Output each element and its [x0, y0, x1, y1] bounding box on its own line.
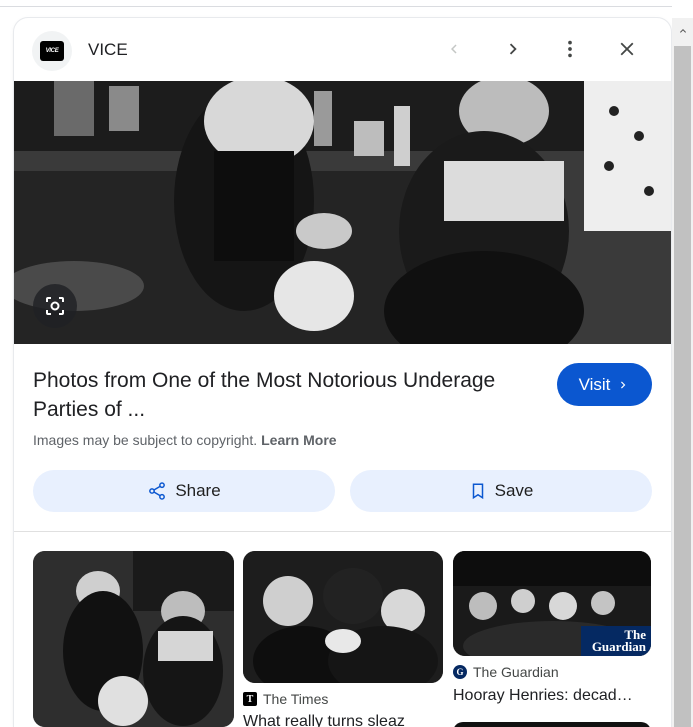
times-logo-icon: T	[243, 692, 257, 706]
source-name: The Times	[263, 691, 329, 707]
more-vert-icon	[568, 40, 572, 58]
share-button[interactable]: Share	[33, 470, 335, 512]
related-image-4-peek[interactable]	[453, 722, 651, 727]
chevron-left-icon	[451, 44, 457, 54]
guardian-logo-icon: G	[453, 665, 467, 679]
main-preview-image[interactable]	[14, 81, 671, 344]
related-photo	[243, 551, 443, 683]
save-label: Save	[494, 481, 534, 500]
related-photo	[33, 551, 234, 727]
result-title[interactable]: Photos from One of the Most Notorious Un…	[33, 366, 543, 424]
more-options-button[interactable]	[553, 32, 587, 66]
lens-icon	[46, 297, 64, 315]
share-label: Share	[175, 481, 221, 500]
site-name[interactable]: VICE	[88, 40, 128, 60]
visit-button[interactable]: Visit	[557, 363, 652, 406]
guardian-badge: The Guardian	[581, 626, 651, 656]
related-image-2[interactable]	[243, 551, 443, 683]
close-button[interactable]	[610, 32, 644, 66]
related-source-2: T The Times	[243, 691, 328, 707]
image-preview-panel: VICE VICE Photos from One of the Most No…	[14, 18, 671, 727]
previous-button[interactable]	[437, 32, 471, 66]
related-image-1[interactable]	[33, 551, 234, 727]
related-title-3[interactable]: Hooray Henries: decad…	[453, 687, 645, 705]
next-button[interactable]	[496, 32, 530, 66]
site-logo[interactable]: VICE	[32, 31, 72, 71]
related-source-3: G The Guardian	[453, 664, 559, 680]
chevron-up-icon	[679, 29, 686, 33]
visit-label: Visit	[578, 374, 611, 394]
preview-header: VICE VICE	[14, 18, 671, 81]
lens-search-button[interactable]	[33, 284, 77, 328]
copyright-notice: Images may be subject to copyright. Learn…	[33, 432, 337, 448]
party-photo	[14, 81, 671, 344]
chevron-right-icon	[621, 381, 626, 388]
top-divider	[0, 6, 672, 7]
section-divider	[14, 531, 671, 532]
chevron-right-icon	[509, 43, 517, 55]
scrollbar[interactable]	[672, 18, 693, 727]
share-icon	[149, 482, 166, 500]
related-title-2[interactable]: What really turns sleaz	[243, 713, 443, 727]
copyright-text: Images may be subject to copyright.	[33, 432, 258, 448]
vice-logo-icon: VICE	[40, 41, 64, 61]
bookmark-icon	[472, 483, 483, 500]
save-button[interactable]: Save	[350, 470, 652, 512]
related-image-3[interactable]: The Guardian	[453, 551, 651, 656]
source-name: The Guardian	[473, 664, 559, 680]
scroll-thumb[interactable]	[674, 46, 691, 727]
guardian-badge-text: The Guardian	[591, 627, 646, 654]
learn-more-link[interactable]: Learn More	[261, 432, 336, 448]
close-icon	[620, 42, 634, 56]
scroll-up-button[interactable]	[672, 18, 693, 44]
